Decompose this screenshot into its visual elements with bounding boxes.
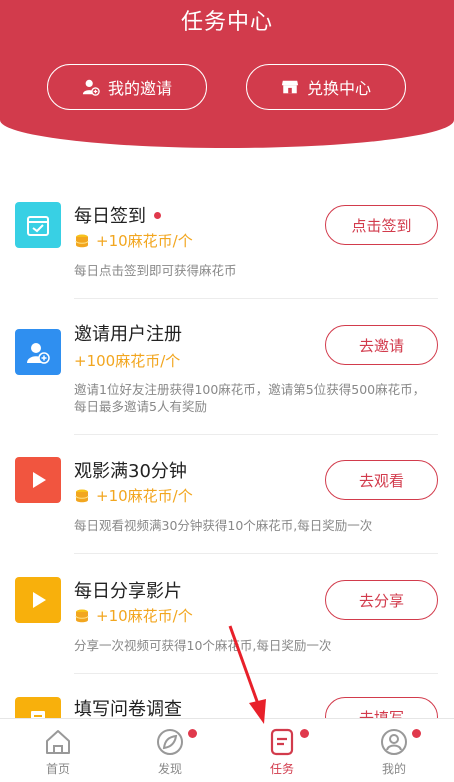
store-icon [281, 80, 299, 94]
play-icon [15, 457, 61, 503]
task-invite-register: 邀请用户注册 +100麻花币/个 邀请1位好友注册获得100麻花币，邀请第5位获… [0, 300, 454, 435]
profile-icon [381, 729, 407, 755]
tab-label: 我的 [381, 762, 406, 776]
exchange-center-label: 兑换中心 [306, 79, 371, 98]
notification-dot [412, 729, 421, 738]
task-title: 观影满30分钟 [74, 461, 187, 482]
coin-icon [75, 609, 89, 622]
task-reward: +10麻花币/个 [96, 607, 193, 625]
task-icon [270, 728, 294, 756]
notification-dot [188, 729, 197, 738]
watch-button[interactable]: 去观看 [325, 460, 438, 500]
play-icon [15, 577, 61, 623]
divider [74, 553, 438, 554]
compass-icon [157, 729, 183, 755]
task-reward: +10麻花币/个 [96, 487, 193, 505]
tab-label: 任务 [269, 762, 294, 776]
task-title: 每日分享影片 [74, 581, 182, 602]
home-icon [46, 730, 70, 754]
task-reward: +100麻花币/个 [74, 352, 181, 370]
tab-profile[interactable]: 我的 [354, 727, 434, 781]
task-daily-share: 每日分享影片 +10麻花币/个 分享一次视频可获得10个麻花币,每日奖励一次 去… [0, 555, 454, 675]
checkin-button[interactable]: 点击签到 [325, 205, 438, 245]
tab-label: 首页 [45, 762, 70, 776]
tab-tasks[interactable]: 任务 [242, 727, 322, 781]
coin-icon [75, 234, 89, 247]
tab-discover[interactable]: 发现 [130, 727, 210, 781]
task-reward: +10麻花币/个 [96, 232, 193, 250]
share-button[interactable]: 去分享 [325, 580, 438, 620]
page-title: 任务中心 [180, 10, 273, 35]
user-icon [82, 79, 100, 96]
task-description: 每日观看视频满30分钟获得10个麻花币,每日奖励一次 [74, 518, 373, 533]
user-add-icon [15, 329, 61, 375]
my-invite-button[interactable]: 我的邀请 [47, 64, 207, 110]
task-description: 分享一次视频可获得10个麻花币,每日奖励一次 [74, 638, 332, 653]
task-title: 每日签到 [74, 206, 146, 227]
notification-dot [154, 211, 161, 219]
coin-icon [75, 489, 89, 502]
exchange-center-button[interactable]: 兑换中心 [246, 64, 406, 110]
task-daily-checkin: 每日签到 +10麻花币/个 每日点击签到即可获得麻花币 点击签到 [0, 180, 454, 300]
task-description: 邀请1位好友注册获得100麻花币，邀请第5位获得500麻花币，每日最多邀请5人有… [74, 382, 426, 414]
task-description: 每日点击签到即可获得麻花币 [74, 263, 237, 278]
bottom-tab-bar: 首页 发现 任务 我的 [0, 718, 454, 782]
notification-dot [300, 729, 309, 738]
divider [74, 298, 438, 299]
task-title: 邀请用户注册 [74, 324, 182, 345]
divider [74, 673, 438, 674]
calendar-check-icon [15, 202, 61, 248]
tab-label: 发现 [157, 762, 182, 776]
task-watch-30min: 观影满30分钟 +10麻花币/个 每日观看视频满30分钟获得10个麻花币,每日奖… [0, 435, 454, 555]
invite-button[interactable]: 去邀请 [325, 325, 438, 365]
tab-home[interactable]: 首页 [18, 727, 98, 781]
header: 任务中心 我的邀请 兑换中心 [0, 0, 454, 148]
my-invite-label: 我的邀请 [107, 79, 172, 98]
